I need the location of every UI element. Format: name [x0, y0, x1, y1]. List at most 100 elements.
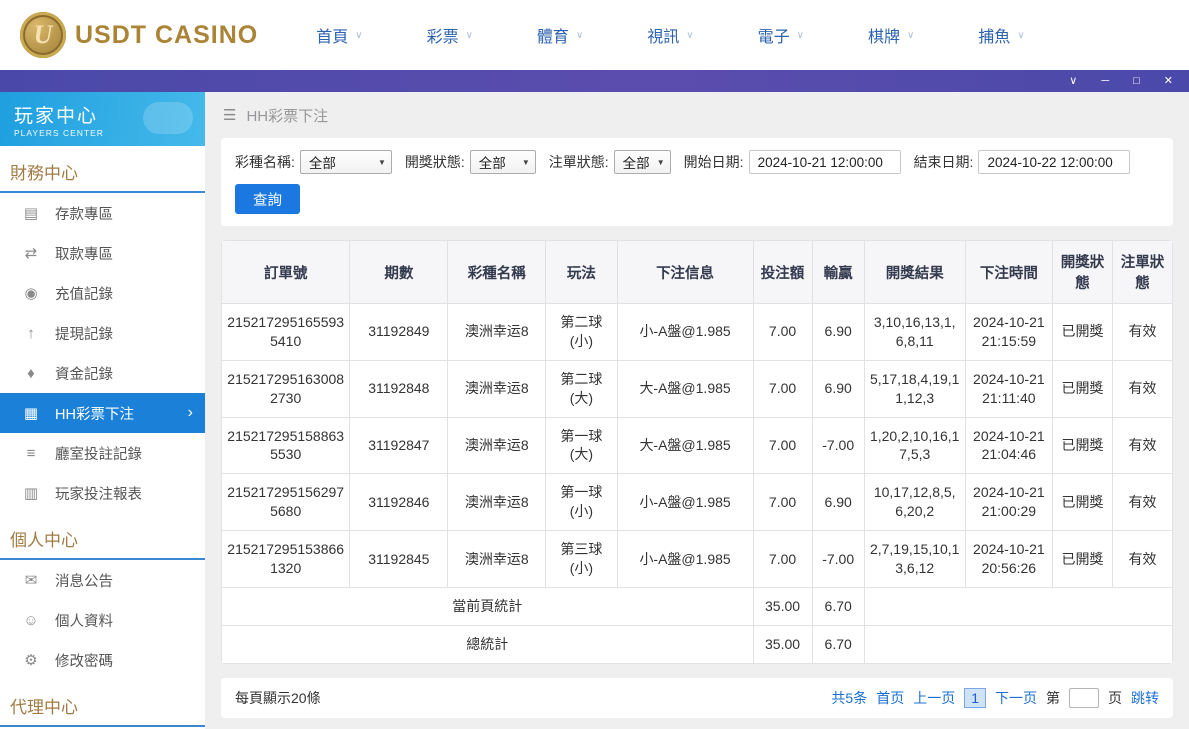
chevron-down-icon: ∨	[466, 30, 473, 41]
filter-order-status: 注單狀態: 全部 ▼	[549, 150, 671, 174]
prev-page-link[interactable]: 上一页	[913, 688, 955, 708]
summary-current-amount: 35.00	[753, 587, 812, 625]
person-icon: ☺	[22, 612, 40, 629]
end-date-input[interactable]	[978, 150, 1130, 174]
page-title: HH彩票下注	[246, 105, 328, 126]
order-status-select[interactable]: 全部 ▼	[614, 150, 671, 174]
nav-item-slots[interactable]: 電子 ∨	[758, 23, 804, 47]
cell-play: 第一球(大)	[546, 417, 617, 474]
cell-win-loss: -7.00	[812, 531, 864, 588]
first-page-link[interactable]: 首页	[876, 688, 904, 708]
pagination-bar: 每頁顯示20條 共5条 首页 上一页 1 下一页 第 页 跳转	[221, 678, 1173, 718]
cell-period: 31192849	[350, 304, 448, 361]
collapse-icon[interactable]: ∨	[1069, 76, 1077, 87]
sidebar-item-withdraw[interactable]: ⇄ 取款專區	[0, 233, 205, 273]
withdraw-icon: ⇄	[22, 244, 40, 262]
sidebar-item-change-password[interactable]: ⚙ 修改密碼	[0, 640, 205, 680]
col-header-play: 玩法	[546, 241, 617, 304]
cell-result: 5,17,18,4,19,11,12,3	[864, 360, 965, 417]
sidebar-item-withdraw-records[interactable]: ↑ 提現記錄	[0, 313, 205, 353]
nav-item-home[interactable]: 首頁 ∨	[316, 23, 362, 47]
jump-button[interactable]: 跳转	[1131, 688, 1159, 708]
nav-item-sports[interactable]: 體育 ∨	[537, 23, 583, 47]
start-date-input[interactable]	[749, 150, 901, 174]
withdraw-record-icon: ↑	[22, 325, 40, 342]
cell-time: 2024-10-21 20:56:26	[965, 531, 1052, 588]
table-row: 2152172951655935410 31192849 澳洲幸运8 第二球(小…	[222, 304, 1173, 361]
cell-win-loss: 6.90	[812, 304, 864, 361]
summary-total-empty	[864, 625, 1172, 663]
sidebar-item-profile[interactable]: ☺ 個人資料	[0, 600, 205, 640]
cell-draw-status: 已開獎	[1053, 360, 1113, 417]
sidebar-item-recharge-records[interactable]: ◉ 充值記錄	[0, 273, 205, 313]
cell-amount: 7.00	[753, 474, 812, 531]
recharge-record-icon: ◉	[22, 284, 40, 302]
cell-order-id: 2152172951588635530	[222, 417, 350, 474]
jump-prefix-label: 第	[1046, 688, 1060, 708]
cell-draw-status: 已開獎	[1053, 304, 1113, 361]
cell-bet-info: 小-A盤@1.985	[617, 474, 753, 531]
cell-time: 2024-10-21 21:04:46	[965, 417, 1052, 474]
gear-icon: ⚙	[22, 651, 40, 669]
cell-result: 2,7,19,15,10,13,6,12	[864, 531, 965, 588]
cell-lottery: 澳洲幸运8	[448, 417, 546, 474]
sidebar-item-label: 消息公告	[55, 570, 113, 591]
announcement-icon: ✉	[22, 571, 40, 589]
col-header-order-status: 注單狀態	[1113, 241, 1173, 304]
select-caret-icon: ▼	[522, 158, 530, 167]
cell-time: 2024-10-21 21:11:40	[965, 360, 1052, 417]
app-body: 玩家中心 PLAYERS CENTER 財務中心 ▤ 存款專區 ⇄ 取款專區 ◉…	[0, 92, 1189, 729]
summary-total-amount: 35.00	[753, 625, 812, 663]
lottery-type-select[interactable]: 全部 ▼	[300, 150, 392, 174]
maximize-icon[interactable]: □	[1133, 76, 1140, 87]
order-status-value: 全部	[623, 152, 650, 172]
next-page-link[interactable]: 下一页	[995, 688, 1037, 708]
draw-status-select[interactable]: 全部 ▼	[470, 150, 536, 174]
cell-order-id: 2152172951538661320	[222, 531, 350, 588]
page-jump-input[interactable]	[1069, 688, 1099, 708]
lottery-type-value: 全部	[309, 152, 336, 172]
hamburger-menu-icon[interactable]: ☰	[223, 106, 236, 124]
content: 彩種名稱: 全部 ▼ 開獎狀態: 全部 ▼ 注單	[205, 138, 1189, 718]
logo[interactable]: U USDT CASINO	[20, 12, 258, 58]
sidebar-item-announcements[interactable]: ✉ 消息公告	[0, 560, 205, 600]
cell-play: 第二球(小)	[546, 304, 617, 361]
cell-lottery: 澳洲幸运8	[448, 304, 546, 361]
bets-table-card: 訂單號 期數 彩種名稱 玩法 下注信息 投注額 輸贏 開獎結果 下注時間 開獎狀…	[221, 240, 1173, 664]
col-header-time: 下注時間	[965, 241, 1052, 304]
close-icon[interactable]: ✕	[1164, 76, 1173, 87]
cell-order-id: 2152172951630082730	[222, 360, 350, 417]
cell-play: 第二球(大)	[546, 360, 617, 417]
cell-lottery: 澳洲幸运8	[448, 474, 546, 531]
nav-label: 視訊	[647, 23, 679, 47]
cell-result: 3,10,16,13,1,6,8,11	[864, 304, 965, 361]
minimize-icon[interactable]: ─	[1101, 76, 1109, 87]
cell-period: 31192847	[350, 417, 448, 474]
current-page-indicator[interactable]: 1	[964, 688, 986, 708]
cell-bet-info: 小-A盤@1.985	[617, 304, 753, 361]
cell-lottery: 澳洲幸运8	[448, 531, 546, 588]
col-header-lottery: 彩種名稱	[448, 241, 546, 304]
cell-draw-status: 已開獎	[1053, 417, 1113, 474]
sidebar-item-fund-records[interactable]: ♦ 資金記錄	[0, 353, 205, 393]
cell-result: 1,20,2,10,16,17,5,3	[864, 417, 965, 474]
nav-item-boardgames[interactable]: 棋牌 ∨	[868, 23, 914, 47]
end-date-label: 結束日期:	[914, 152, 974, 172]
summary-current-label: 當前頁統計	[222, 587, 754, 625]
cell-play: 第一球(小)	[546, 474, 617, 531]
nav-item-video[interactable]: 視訊 ∨	[647, 23, 693, 47]
cell-period: 31192845	[350, 531, 448, 588]
sidebar-item-room-bet-records[interactable]: ≡ 廳室投註記錄	[0, 433, 205, 473]
sidebar-item-player-bet-report[interactable]: ▥ 玩家投注報表	[0, 473, 205, 513]
nav-item-lottery[interactable]: 彩票 ∨	[427, 23, 473, 47]
sidebar-item-hh-lottery-bets[interactable]: ▦ HH彩票下注 ›	[0, 393, 205, 433]
col-header-draw-status: 開獎狀態	[1053, 241, 1113, 304]
cell-amount: 7.00	[753, 360, 812, 417]
col-header-result: 開獎結果	[864, 241, 965, 304]
nav-item-fishing[interactable]: 捕魚 ∨	[978, 23, 1024, 47]
col-header-order-id: 訂單號	[222, 241, 350, 304]
cell-period: 31192848	[350, 360, 448, 417]
main-area: ☰ HH彩票下注 彩種名稱: 全部 ▼ 開獎狀態:	[205, 92, 1189, 729]
sidebar-item-deposit[interactable]: ▤ 存款專區	[0, 193, 205, 233]
search-button[interactable]: 查詢	[235, 184, 300, 214]
